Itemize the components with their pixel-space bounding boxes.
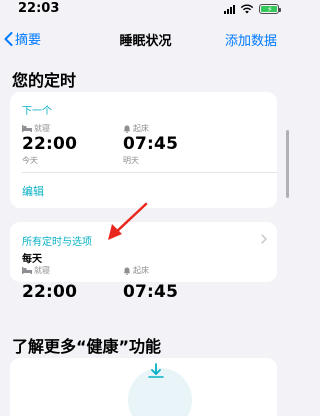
bedtime-value: 22:00 xyxy=(22,134,78,154)
wake-value: 07:45 xyxy=(123,134,179,154)
navigation-bar: 摘要 睡眠状况 添加数据 xyxy=(0,24,291,54)
bedtime-label: 就寝 xyxy=(22,265,50,276)
bedtime-label: 就寝 xyxy=(22,123,50,134)
edit-button[interactable]: 编辑 xyxy=(22,183,44,199)
all-bedtime-value: 22:00 xyxy=(22,282,78,302)
wake-day: 明天 xyxy=(123,156,139,165)
bedtime-label-text: 就寝 xyxy=(34,124,50,133)
alarm-bell-icon xyxy=(123,125,131,133)
next-schedule-card: 下一个 就寝 22:00 今天 起床 07:45 明天 编辑 xyxy=(10,92,277,208)
cellular-signal-icon xyxy=(224,4,235,14)
bed-icon xyxy=(22,267,32,274)
bedtime-day: 今天 xyxy=(22,156,38,165)
section-title-schedule: 您的定时 xyxy=(12,71,77,90)
wake-label-text: 起床 xyxy=(133,124,149,133)
wake-label: 起床 xyxy=(123,265,149,276)
status-icons: ⚡ xyxy=(224,4,281,14)
wifi-icon xyxy=(240,4,254,14)
alarm-bell-icon xyxy=(123,267,131,275)
battery-icon: ⚡ xyxy=(259,4,281,14)
all-schedules-heading[interactable]: 所有定时与选项 xyxy=(22,233,92,248)
bedtime-label-text: 就寝 xyxy=(34,266,50,275)
section-title-learn-more: 了解更多“健康”功能 xyxy=(12,337,162,356)
bed-icon xyxy=(22,125,32,132)
learn-more-card[interactable] xyxy=(10,358,277,416)
schedule-frequency: 每天 xyxy=(22,254,42,265)
chevron-right-icon xyxy=(261,234,267,244)
card-divider xyxy=(22,172,277,173)
scroll-indicator[interactable] xyxy=(286,130,289,198)
sleep-download-icon xyxy=(148,363,164,378)
annotation-arrow-icon xyxy=(108,202,148,240)
wake-label: 起床 xyxy=(123,123,149,134)
next-schedule-heading: 下一个 xyxy=(22,106,52,117)
all-wake-value: 07:45 xyxy=(123,282,179,302)
add-data-button[interactable]: 添加数据 xyxy=(225,30,277,49)
wake-label-text: 起床 xyxy=(133,266,149,275)
status-bar: 22:03 ⚡ xyxy=(0,0,291,24)
status-time: 22:03 xyxy=(18,1,60,16)
